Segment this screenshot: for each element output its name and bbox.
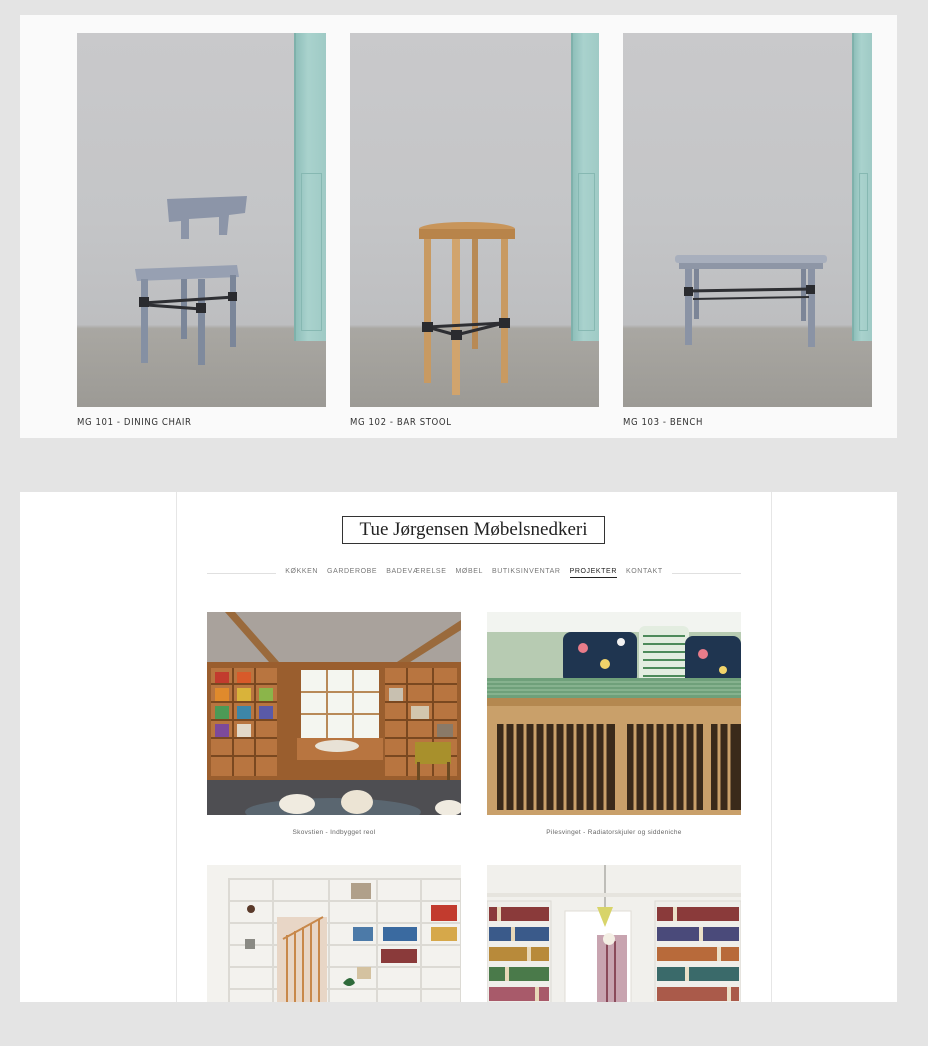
nav-item-badevaerelse[interactable]: BADEVÆRELSE <box>386 568 446 578</box>
bar-stool-photo[interactable] <box>350 33 599 407</box>
product-card-dining-chair[interactable]: MG 101 - DINING CHAIR <box>77 33 326 428</box>
nav-item-projekter[interactable]: PROJEKTER <box>569 568 617 578</box>
product-caption[interactable]: MG 101 - DINING CHAIR <box>77 417 326 428</box>
product-showcase: MG 101 - DINING CHAIR MG 102 - BAR STOOL… <box>20 15 897 438</box>
product-caption[interactable]: MG 102 - BAR STOOL <box>350 417 599 428</box>
bench-photo[interactable] <box>623 33 872 407</box>
product-caption[interactable]: MG 103 - BENCH <box>623 417 872 428</box>
product-card-bar-stool[interactable]: MG 102 - BAR STOOL <box>350 33 599 428</box>
nav-item-kokken[interactable]: KØKKEN <box>285 568 318 578</box>
project-card-pilesvinget[interactable]: Pilesvinget - Radiatorskjuler og siddeni… <box>487 612 741 836</box>
project-caption[interactable]: Skovstien - Indbygget reol <box>207 829 461 836</box>
white-shelves-illustration <box>207 865 461 1002</box>
nav-divider-right <box>671 572 741 574</box>
project-card-library-pendant[interactable] <box>487 865 741 1002</box>
project-card-white-shelves[interactable] <box>207 865 461 1002</box>
project-photo-white-shelves[interactable] <box>207 865 461 1002</box>
website-preview: Tue Jørgensen Møbelsnedkeri KØKKEN GARDE… <box>20 492 897 1002</box>
bar-stool-illustration <box>419 222 515 395</box>
nav-item-mobel[interactable]: MØBEL <box>455 568 483 578</box>
content-column: Tue Jørgensen Møbelsnedkeri KØKKEN GARDE… <box>176 492 772 1002</box>
main-navigation: KØKKEN GARDEROBE BADEVÆRELSE MØBEL BUTIK… <box>207 564 741 582</box>
project-photo-library-pendant[interactable] <box>487 865 741 1002</box>
project-photo-window-seat[interactable] <box>487 612 741 815</box>
nav-divider-left <box>207 572 277 574</box>
nav-item-kontakt[interactable]: KONTAKT <box>626 568 663 578</box>
nav-item-butiksinventar[interactable]: BUTIKSINVENTAR <box>492 568 561 578</box>
bench-illustration <box>675 255 827 347</box>
library-pendant-illustration <box>487 865 741 1002</box>
library-room-illustration <box>207 612 461 815</box>
site-logo[interactable]: Tue Jørgensen Møbelsnedkeri <box>342 516 605 544</box>
project-caption[interactable]: Pilesvinget - Radiatorskjuler og siddeni… <box>487 829 741 836</box>
nav-item-garderobe[interactable]: GARDEROBE <box>327 568 377 578</box>
product-card-bench[interactable]: MG 103 - BENCH <box>623 33 872 428</box>
project-photo-library[interactable] <box>207 612 461 815</box>
dining-chair-illustration <box>135 196 247 365</box>
dining-chair-photo[interactable] <box>77 33 326 407</box>
project-card-skovstien[interactable]: Skovstien - Indbygget reol <box>207 612 461 836</box>
window-seat-illustration <box>487 612 741 815</box>
